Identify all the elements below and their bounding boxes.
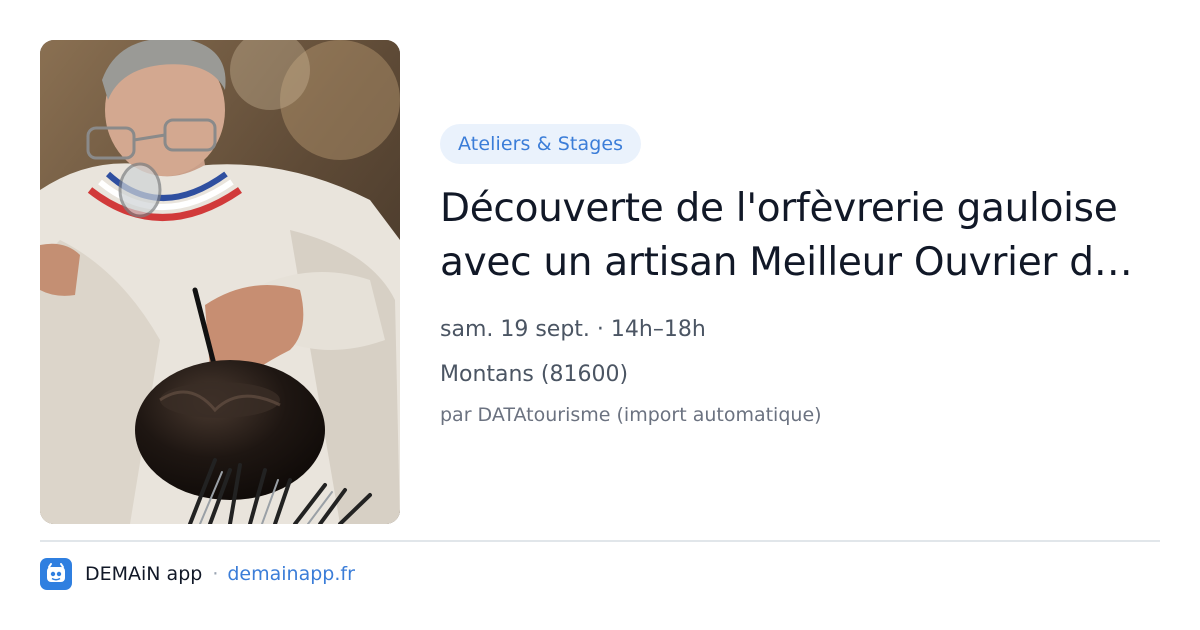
app-name: DEMAiN app bbox=[85, 563, 203, 585]
category-badge[interactable]: Ateliers & Stages bbox=[440, 124, 642, 164]
event-source: par DATAtourisme (import automatique) bbox=[440, 404, 822, 426]
footer-separator: · bbox=[212, 563, 219, 585]
footer-divider bbox=[40, 540, 1160, 542]
event-date: sam. 19 sept. · 14h–18h bbox=[440, 317, 706, 342]
app-website-link[interactable]: demainapp.fr bbox=[227, 563, 355, 585]
event-location: Montans (81600) bbox=[440, 362, 629, 387]
event-title[interactable]: Découverte de l'orfèvrerie gauloise avec… bbox=[440, 182, 1140, 290]
footer: DEMAiN app · demainapp.fr bbox=[40, 558, 355, 590]
event-details: Ateliers & Stages Découverte de l'orfèvr… bbox=[440, 124, 1160, 427]
app-logo-icon bbox=[40, 558, 72, 590]
event-image[interactable] bbox=[40, 40, 400, 524]
